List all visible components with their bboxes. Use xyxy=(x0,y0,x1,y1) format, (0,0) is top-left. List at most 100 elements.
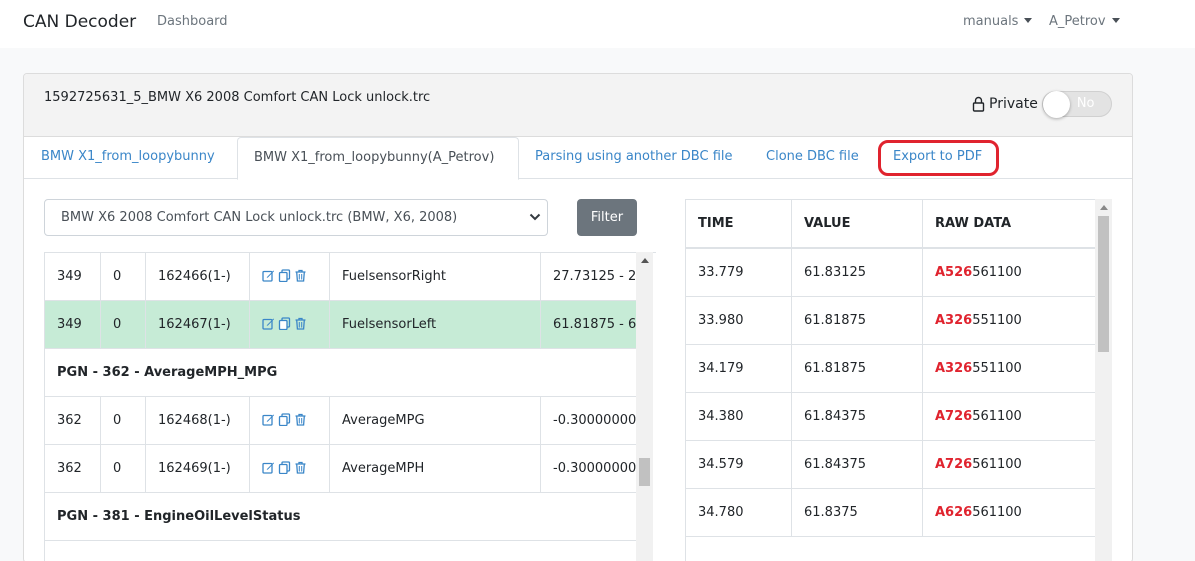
cell-signal-id: 162467(1-) xyxy=(146,301,250,348)
signal-row[interactable]: 362 0 162468(1-) AverageMPG -0.30000000 xyxy=(45,397,640,445)
user-dropdown[interactable]: A_Petrov xyxy=(1049,14,1120,29)
cell-value: 61.83125 xyxy=(792,249,923,296)
tab-clone-dbc[interactable]: Clone DBC file xyxy=(766,137,859,179)
row-action-icons xyxy=(262,460,307,474)
app-brand[interactable]: CAN Decoder xyxy=(23,12,136,32)
header-time: TIME xyxy=(686,200,792,247)
edit-icon[interactable] xyxy=(262,461,275,474)
value-row: 34.179 61.81875 A326551100 xyxy=(686,345,1095,393)
cell-can-id: 349 xyxy=(45,253,101,300)
cell-can-id: 349 xyxy=(45,301,101,348)
scroll-up-arrow-icon[interactable] xyxy=(641,258,649,263)
private-toggle[interactable]: No xyxy=(1041,91,1112,118)
top-navbar: CAN Decoder Dashboard manuals A_Petrov xyxy=(0,0,1195,48)
cell-bus: 0 xyxy=(101,301,146,348)
filter-button[interactable]: Filter xyxy=(577,199,637,236)
scroll-up-arrow-icon[interactable] xyxy=(1100,205,1108,210)
pgn-group-row: PGN - 362 - AverageMPH_MPG xyxy=(45,349,640,397)
file-card: 1592725631_5_BMW X6 2008 Comfort CAN Loc… xyxy=(23,73,1133,561)
cell-value-range: 27.73125 - 2 xyxy=(553,269,637,284)
manuals-dropdown[interactable]: manuals xyxy=(963,14,1033,29)
cell-can-id: 362 xyxy=(45,445,101,492)
trash-icon[interactable] xyxy=(294,317,307,330)
caret-down-icon xyxy=(1111,18,1120,23)
cell-signal-name: FuelsensorRight xyxy=(330,253,541,300)
tab-bmw-x1-loopybunny-petrov[interactable]: BMW X1_from_loopybunny(A_Petrov) xyxy=(237,137,519,180)
toggle-state-text: No xyxy=(1076,96,1095,111)
annotation-highlight xyxy=(878,140,999,176)
tab-bmw-x1-loopybunny[interactable]: BMW X1_from_loopybunny xyxy=(41,137,215,179)
cell-can-id: 362 xyxy=(45,397,101,444)
signals-scrollbar[interactable] xyxy=(636,252,653,561)
cell-actions xyxy=(250,301,330,348)
raw-data-bytes: 551100 xyxy=(972,361,1022,376)
raw-data-changed-bytes: A726 xyxy=(935,457,973,472)
copy-icon[interactable] xyxy=(278,460,291,474)
user-name: A_Petrov xyxy=(1049,14,1106,29)
cell-time: 34.780 xyxy=(686,489,792,536)
cell-signal-name: AverageMPH xyxy=(330,445,541,492)
signal-row[interactable]: 349 0 162467(1-) FuelsensorLeft 61.81875… xyxy=(45,301,640,349)
tab-parsing-another-dbc[interactable]: Parsing using another DBC file xyxy=(535,137,733,179)
signal-row[interactable]: 349 0 162466(1-) FuelsensorRight 27.7312… xyxy=(45,253,640,301)
cell-value: 61.81875 xyxy=(792,297,923,344)
trash-icon[interactable] xyxy=(294,413,307,426)
copy-icon[interactable] xyxy=(278,268,291,282)
edit-icon[interactable] xyxy=(262,317,275,330)
copy-icon[interactable] xyxy=(278,412,291,426)
row-action-icons xyxy=(262,316,307,330)
cell-signal-id: 162469(1-) xyxy=(146,445,250,492)
values-table: TIME VALUE RAW DATA 33.779 61.83125 A526… xyxy=(685,199,1095,561)
trash-icon[interactable] xyxy=(294,461,307,474)
cell-signal-name: AverageMPG xyxy=(330,397,541,444)
lock-icon xyxy=(972,96,985,112)
cell-value-range: -0.30000000 xyxy=(553,413,637,428)
raw-data-changed-bytes: A626 xyxy=(935,505,973,520)
scrollbar-thumb[interactable] xyxy=(1098,216,1109,352)
cell-raw-data: A626561100 xyxy=(923,489,1095,536)
value-row: 34.380 61.84375 A726561100 xyxy=(686,393,1095,441)
cell-raw-data: A526561100 xyxy=(923,249,1095,296)
private-label: Private xyxy=(989,96,1038,112)
value-row: 33.980 61.81875 A326551100 xyxy=(686,297,1095,345)
raw-data-changed-bytes: A526 xyxy=(935,265,973,280)
cell-bus: 0 xyxy=(101,253,146,300)
cell-value-range: 61.81875 - 6 xyxy=(553,317,637,332)
row-action-icons xyxy=(262,268,307,282)
cell-signal-id: 162466(1-) xyxy=(146,253,250,300)
value-row: 33.779 61.83125 A526561100 xyxy=(686,249,1095,297)
dbc-tabs: BMW X1_from_loopybunny BMW X1_from_loopy… xyxy=(24,137,1132,180)
private-setting: Private No xyxy=(972,91,1112,118)
values-table-header: TIME VALUE RAW DATA xyxy=(686,200,1095,249)
row-action-icons xyxy=(262,412,307,426)
trash-icon[interactable] xyxy=(294,269,307,282)
cell-value: 61.81875 xyxy=(792,345,923,392)
header-raw-data: RAW DATA xyxy=(923,200,1095,247)
scrollbar-thumb[interactable] xyxy=(639,458,650,486)
cell-raw-data: A326551100 xyxy=(923,297,1095,344)
toggle-knob xyxy=(1042,91,1070,118)
cell-raw-data: A726561100 xyxy=(923,393,1095,440)
cell-value: 61.84375 xyxy=(792,393,923,440)
signals-table: 349 0 162466(1-) FuelsensorRight 27.7312… xyxy=(44,252,656,561)
cell-signal-id: 162468(1-) xyxy=(146,397,250,444)
cell-actions xyxy=(250,445,330,492)
nav-dashboard-link[interactable]: Dashboard xyxy=(157,14,228,29)
edit-icon[interactable] xyxy=(262,269,275,282)
edit-icon[interactable] xyxy=(262,413,275,426)
cell-time: 34.179 xyxy=(686,345,792,392)
signal-row[interactable]: 362 0 162469(1-) AverageMPH -0.30000000 xyxy=(45,445,640,493)
value-row: 34.780 61.8375 A626561100 xyxy=(686,489,1095,537)
cell-time: 33.980 xyxy=(686,297,792,344)
copy-icon[interactable] xyxy=(278,316,291,330)
values-scrollbar[interactable] xyxy=(1095,199,1112,561)
chevron-down-icon xyxy=(529,213,541,221)
cell-bus: 0 xyxy=(101,445,146,492)
values-table-body: 33.779 61.83125 A526561100 33.980 61.818… xyxy=(686,249,1095,537)
manuals-label: manuals xyxy=(963,14,1019,29)
cell-value: 61.84375 xyxy=(792,441,923,488)
raw-data-bytes: 561100 xyxy=(972,265,1022,280)
raw-data-changed-bytes: A326 xyxy=(935,313,973,328)
cell-raw-data: A326551100 xyxy=(923,345,1095,392)
trace-file-select[interactable]: BMW X6 2008 Comfort CAN Lock unlock.trc … xyxy=(44,199,548,236)
